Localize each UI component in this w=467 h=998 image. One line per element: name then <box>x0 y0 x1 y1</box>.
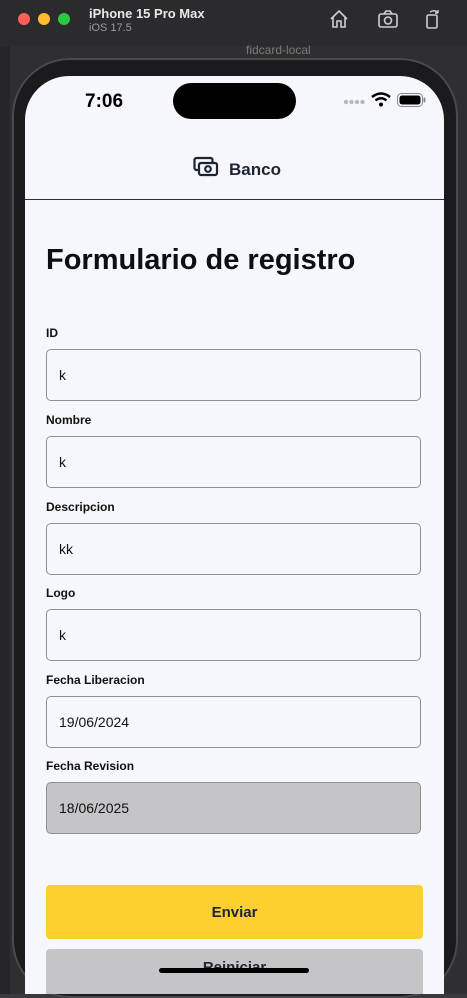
nav-title: Banco <box>229 159 281 179</box>
fecha-revision-field <box>46 782 421 834</box>
nombre-field[interactable] <box>46 436 421 488</box>
id-label: ID <box>46 326 58 340</box>
editor-gutter <box>0 46 10 994</box>
battery-icon <box>397 92 426 112</box>
fecha-liberacion-field[interactable] <box>46 696 421 748</box>
zoom-window-button[interactable] <box>58 13 70 25</box>
page-title: Formulario de registro <box>46 244 356 276</box>
simulator-toolbar: iPhone 15 Pro Max iOS 17.5 <box>0 0 467 47</box>
scheme-selector[interactable]: fidcard-local <box>246 43 311 57</box>
logo-field[interactable] <box>46 609 421 661</box>
os-version: iOS 17.5 <box>89 22 132 34</box>
rotate-icon[interactable] <box>421 8 443 30</box>
phone-screen: 7:06 Banco Formulario de registro ID Nom… <box>25 76 444 994</box>
submit-button[interactable]: Enviar <box>46 885 423 939</box>
minimize-window-button[interactable] <box>38 13 50 25</box>
banknote-icon <box>193 156 219 183</box>
logo-label: Logo <box>46 586 76 600</box>
close-window-button[interactable] <box>18 13 30 25</box>
navigation-bar: Banco <box>25 142 444 200</box>
screenshot-icon[interactable] <box>377 8 399 30</box>
id-field[interactable] <box>46 349 421 401</box>
fecha-revision-label: Fecha Revision <box>46 759 135 773</box>
home-icon[interactable] <box>328 8 350 30</box>
home-indicator <box>159 968 309 973</box>
wifi-icon <box>371 92 391 112</box>
descripcion-field[interactable] <box>46 523 421 575</box>
status-time: 7:06 <box>85 91 124 112</box>
status-icons <box>343 92 426 112</box>
nombre-label: Nombre <box>46 413 92 427</box>
dynamic-island <box>173 83 296 119</box>
fecha-liberacion-label: Fecha Liberacion <box>46 673 145 687</box>
device-name: iPhone 15 Pro Max <box>89 6 205 21</box>
signal-icon <box>343 93 365 111</box>
descripcion-label: Descripcion <box>46 500 115 514</box>
